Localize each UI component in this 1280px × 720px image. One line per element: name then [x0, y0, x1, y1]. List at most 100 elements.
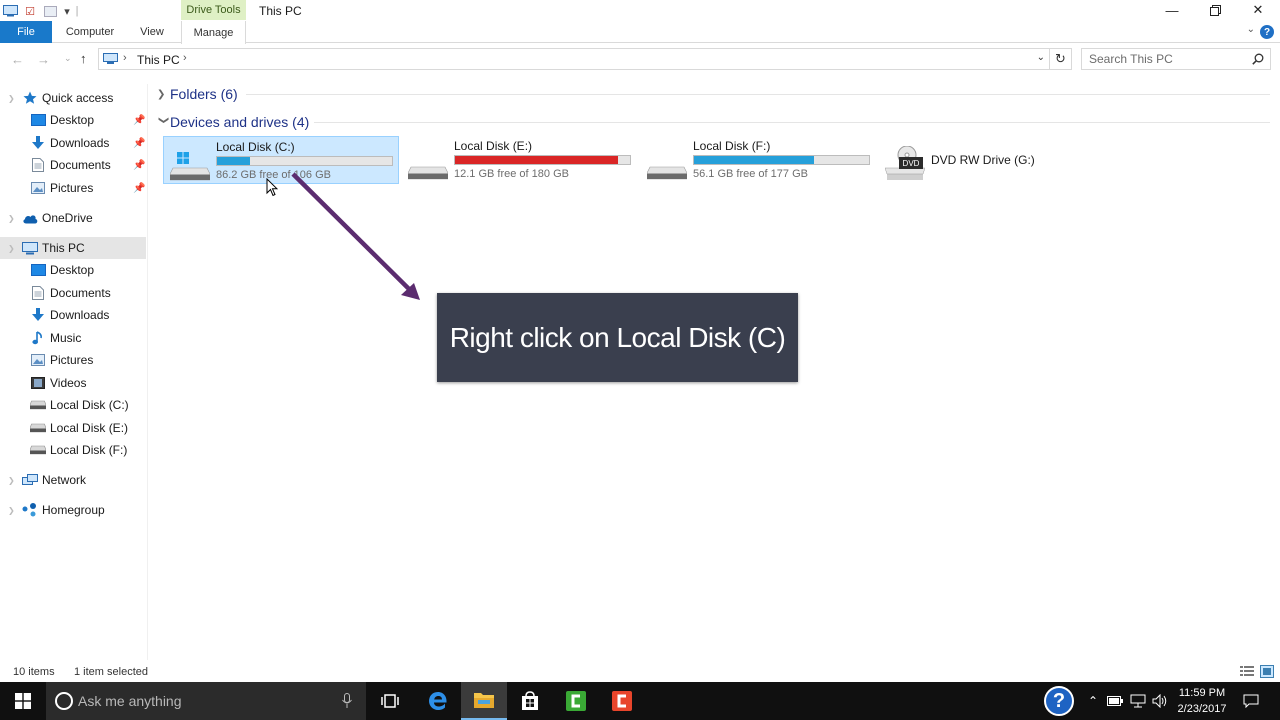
sidebar-item-quick-access[interactable]: ❯ Quick access	[0, 87, 146, 109]
sidebar-item-local-disk-c[interactable]: Local Disk (C:)	[0, 394, 146, 416]
sidebar-item-downloads[interactable]: Downloads 📌	[0, 132, 146, 154]
drive-usage-bar	[216, 156, 393, 166]
pin-icon[interactable]: 📌	[133, 138, 145, 149]
close-button[interactable]: ✕	[1236, 0, 1280, 20]
pin-icon[interactable]: 📌	[133, 115, 145, 126]
expand-chevron-icon[interactable]: ❯	[157, 89, 170, 100]
battery-icon[interactable]	[1106, 692, 1124, 710]
sidebar-item-local-disk-e[interactable]: Local Disk (E:)	[0, 417, 146, 439]
customize-toolbar-chevron-icon[interactable]: ▾	[60, 2, 74, 20]
minimize-button[interactable]: —	[1150, 0, 1194, 20]
devices-group-header[interactable]: ❯ Devices and drives (4)	[157, 112, 309, 132]
taskbar-edge-button[interactable]	[415, 682, 461, 720]
breadcrumb-separator-icon[interactable]: ›	[183, 52, 187, 64]
start-button[interactable]	[0, 682, 46, 720]
task-view-button[interactable]	[367, 682, 413, 720]
sidebar-item-pictures[interactable]: Pictures 📌	[0, 177, 146, 199]
sidebar-item-network[interactable]: ❯ Network	[0, 469, 146, 491]
search-input[interactable]	[1082, 49, 1242, 69]
window-title: This PC	[259, 4, 302, 18]
details-view-icon[interactable]	[1240, 665, 1254, 678]
help-icon[interactable]: ?	[1260, 25, 1274, 39]
expand-chevron-icon[interactable]: ❯	[8, 214, 15, 223]
task-view-icon	[381, 694, 399, 708]
search-icon[interactable]	[1252, 53, 1264, 65]
address-dropdown-chevron-icon[interactable]: ⌄	[1037, 52, 1045, 63]
quick-access-toolbar: ☑ ▾ |	[0, 2, 80, 20]
folders-group-header[interactable]: ❯ Folders (6)	[157, 84, 238, 104]
pin-icon[interactable]: 📌	[133, 160, 145, 171]
restore-button[interactable]	[1193, 0, 1237, 20]
recent-locations-chevron-icon[interactable]: ⌄	[64, 53, 72, 64]
sidebar-item-pictures[interactable]: Pictures	[0, 349, 146, 371]
sidebar-item-documents[interactable]: Documents 📌	[0, 154, 146, 176]
this-pc-small-icon	[0, 2, 20, 20]
sidebar-item-music[interactable]: Music	[0, 327, 146, 349]
sidebar-item-local-disk-f[interactable]: Local Disk (F:)	[0, 439, 146, 461]
drive-usage-fill	[455, 156, 619, 164]
taskbar-search-input[interactable]	[78, 691, 328, 711]
sidebar-item-this-pc[interactable]: ❯ This PC	[0, 237, 146, 259]
volume-icon[interactable]	[1151, 692, 1169, 710]
expand-chevron-icon[interactable]: ❯	[8, 244, 15, 253]
action-center-icon[interactable]	[1242, 692, 1260, 710]
ribbon-tabs: File Computer View Manage	[0, 21, 1280, 44]
sidebar-item-desktop[interactable]: Desktop	[0, 259, 146, 281]
tab-file[interactable]: File	[0, 21, 52, 43]
drive-name: DVD RW Drive (G:)	[931, 153, 1035, 167]
drive-item-f[interactable]: Local Disk (F:) 56.1 GB free of 177 GB	[641, 136, 877, 184]
cortana-search[interactable]	[46, 682, 366, 720]
navigation-pane: ❯ Quick access Desktop 📌 Downloads 📌 Documents…	[0, 84, 148, 660]
sidebar-item-desktop[interactable]: Desktop 📌	[0, 109, 146, 131]
sidebar-item-videos[interactable]: Videos	[0, 372, 146, 394]
sidebar-item-label: Documents	[50, 286, 111, 300]
tab-manage[interactable]: Manage	[181, 21, 246, 44]
taskbar-clock[interactable]: 11:59 PM 2/23/2017	[1170, 685, 1234, 717]
sidebar-item-label: This PC	[42, 241, 85, 255]
sidebar-item-documents[interactable]: Documents	[0, 282, 146, 304]
cortana-icon	[55, 692, 73, 710]
sidebar-item-onedrive[interactable]: ❯ OneDrive	[0, 207, 146, 229]
expand-chevron-icon[interactable]: ❯	[8, 94, 15, 103]
properties-icon[interactable]: ☑	[20, 2, 40, 20]
breadcrumb-separator-icon[interactable]: ›	[123, 52, 127, 64]
drive-item-c[interactable]: Local Disk (C:) 86.2 GB free of 106 GB	[163, 136, 399, 184]
drive-name: Local Disk (C:)	[216, 140, 295, 154]
dvd-drive-item[interactable]: DVD DVD RW Drive (G:)	[879, 136, 1115, 184]
sidebar-item-label: Local Disk (F:)	[50, 443, 128, 457]
taskbar-camtasia-recorder-button[interactable]	[553, 682, 599, 720]
network-tray-icon[interactable]	[1129, 692, 1147, 710]
pin-icon[interactable]: 📌	[133, 183, 145, 194]
hard-drive-icon	[647, 166, 687, 180]
taskbar-store-button[interactable]	[507, 682, 553, 720]
collapse-chevron-icon[interactable]: ❯	[158, 116, 169, 129]
search-box[interactable]	[1081, 48, 1271, 70]
drive-icon	[30, 443, 46, 457]
expand-chevron-icon[interactable]: ❯	[8, 506, 15, 515]
tab-computer[interactable]: Computer	[56, 21, 124, 43]
documents-icon	[30, 158, 46, 172]
taskbar: ? ⌃ 11:59 PM 2/23/2017	[0, 682, 1280, 720]
sidebar-item-label: Homegroup	[42, 503, 105, 517]
forward-arrow-icon[interactable]: →	[37, 52, 50, 67]
taskbar-camtasia-studio-button[interactable]	[599, 682, 645, 720]
taskbar-file-explorer-button[interactable]	[461, 682, 507, 720]
refresh-button[interactable]: ↻	[1050, 48, 1072, 70]
new-folder-icon[interactable]	[40, 2, 60, 20]
microphone-icon[interactable]	[342, 693, 352, 709]
up-arrow-icon[interactable]: ↑	[80, 51, 87, 66]
sidebar-item-downloads[interactable]: Downloads	[0, 304, 146, 326]
expand-ribbon-chevron-icon[interactable]: ⌄	[1247, 24, 1255, 35]
show-hidden-icons-chevron-icon[interactable]: ⌃	[1086, 692, 1100, 710]
hard-drive-icon	[170, 152, 210, 181]
sidebar-item-label: Pictures	[50, 181, 94, 195]
back-arrow-icon[interactable]: ←	[11, 52, 24, 67]
help-question-icon[interactable]: ?	[1044, 686, 1074, 716]
breadcrumb-this-pc[interactable]: This PC	[137, 53, 180, 67]
expand-chevron-icon[interactable]: ❯	[8, 476, 15, 485]
large-icons-view-icon[interactable]	[1260, 665, 1274, 678]
sidebar-item-homegroup[interactable]: ❯ Homegroup	[0, 499, 146, 521]
address-bar[interactable]: › This PC › ⌄	[98, 48, 1050, 70]
drive-item-e[interactable]: Local Disk (E:) 12.1 GB free of 180 GB	[402, 136, 638, 184]
tab-view[interactable]: View	[128, 21, 176, 43]
